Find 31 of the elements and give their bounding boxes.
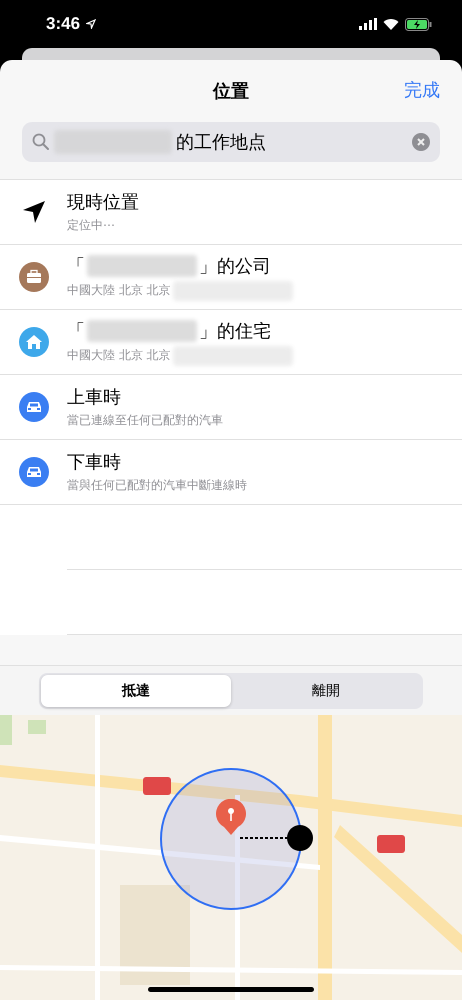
signal-icon xyxy=(359,18,377,30)
search-icon xyxy=(32,133,50,151)
radius-line xyxy=(240,836,290,840)
sheet-title: 位置 xyxy=(213,80,249,103)
row-title[interactable]: 下車時 xyxy=(67,450,121,474)
row-title[interactable]: 」的住宅 xyxy=(199,318,271,342)
segment-tab[interactable]: 抵達 xyxy=(41,674,231,706)
row-title[interactable]: 」的公司 xyxy=(199,254,271,278)
row-subtitle: 當與任何已配對的汽車中斷連線時 xyxy=(67,477,247,494)
search-field[interactable]: 的工作地点 xyxy=(22,122,440,162)
row-title[interactable]: 現時位置 xyxy=(67,190,139,214)
wifi-icon xyxy=(383,18,399,30)
row-subtitle: 中國大陸 北京 北京 xyxy=(67,282,171,299)
status-time: 3:46 xyxy=(46,14,80,34)
briefcase-icon xyxy=(18,262,48,292)
row-subtitle: 中國大陸 北京 北京 xyxy=(67,347,171,364)
row-title[interactable]: 「 xyxy=(67,254,85,278)
segment-tab[interactable]: 離開 xyxy=(231,674,421,706)
row-subtitle: 當已連線至任何已配對的汽車 xyxy=(67,412,223,429)
row-title[interactable]: 「 xyxy=(67,318,85,342)
row-title[interactable]: 上車時 xyxy=(67,385,121,409)
done-button[interactable]: 完成 xyxy=(404,78,440,102)
car-icon xyxy=(18,457,48,487)
location-arrow-icon xyxy=(20,199,46,225)
map-pin-icon xyxy=(215,799,247,835)
location-arrow-icon xyxy=(86,19,96,29)
battery-charging-icon xyxy=(405,18,432,30)
row-subtitle: 定位中⋯ xyxy=(67,217,115,234)
car-icon xyxy=(18,392,48,422)
clear-icon[interactable] xyxy=(412,133,430,151)
house-icon xyxy=(18,327,48,357)
